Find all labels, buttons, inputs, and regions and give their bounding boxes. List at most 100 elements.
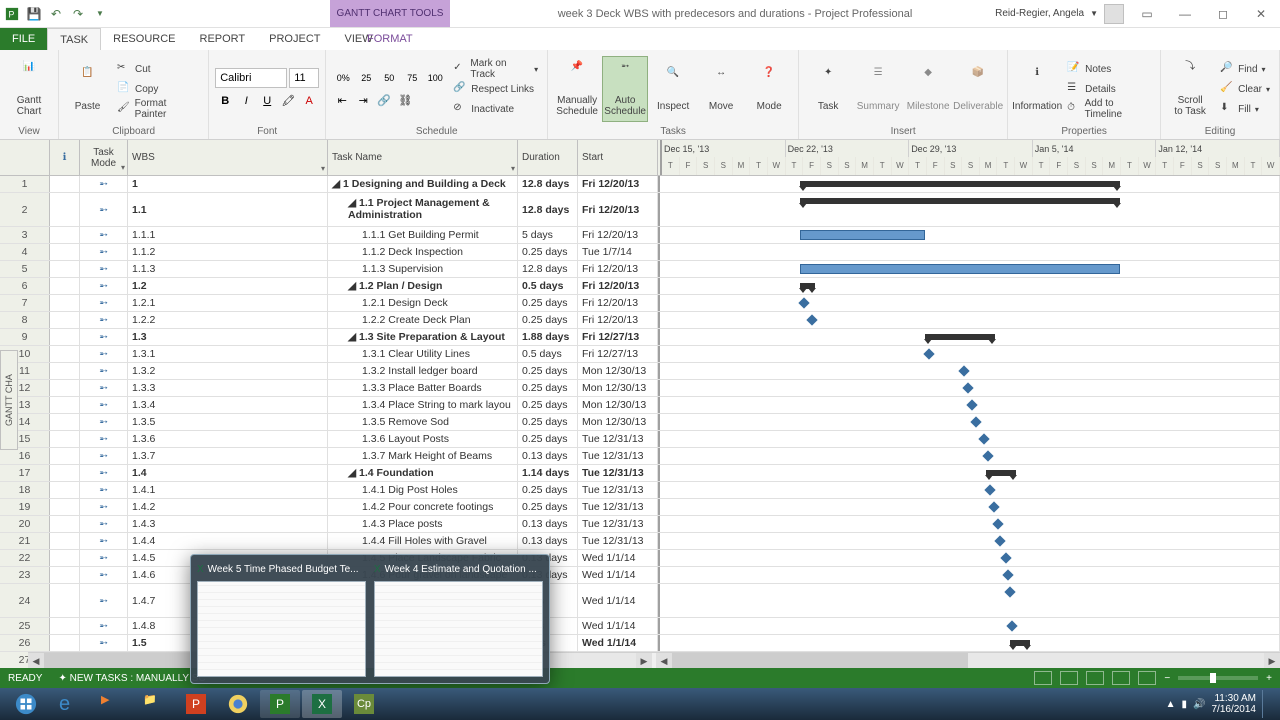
table-row[interactable]: 11➵1.3.21.3.2 Install ledger board0.25 d…: [0, 363, 1280, 380]
row-mode[interactable]: ➵: [80, 431, 128, 447]
captivate-icon[interactable]: Cp: [344, 690, 384, 718]
row-gantt[interactable]: [658, 567, 1280, 583]
table-row[interactable]: 15➵1.3.61.3.6 Layout Posts0.25 daysTue 1…: [0, 431, 1280, 448]
row-name[interactable]: 1.1.1 Get Building Permit: [328, 227, 518, 243]
row-num[interactable]: 23: [0, 567, 50, 583]
row-name[interactable]: 1.3.3 Place Batter Boards: [328, 380, 518, 396]
row-wbs[interactable]: 1.3.4: [128, 397, 328, 413]
row-info[interactable]: [50, 295, 80, 311]
find-button[interactable]: 🔎Find▾: [1217, 60, 1273, 78]
row-wbs[interactable]: 1.3: [128, 329, 328, 345]
row-gantt[interactable]: [658, 278, 1280, 294]
task-button[interactable]: ✦Task: [805, 56, 851, 122]
zoom-slider[interactable]: [1178, 676, 1258, 680]
link-button[interactable]: 🔗: [374, 90, 394, 110]
pct-0-button[interactable]: 0%: [332, 68, 354, 88]
row-info[interactable]: [50, 346, 80, 362]
row-duration[interactable]: 0.25 days: [518, 363, 578, 379]
gantt-milestone[interactable]: [1006, 620, 1017, 631]
row-start[interactable]: Fri 12/20/13: [578, 278, 658, 294]
row-duration[interactable]: 0.25 days: [518, 397, 578, 413]
row-num[interactable]: 7: [0, 295, 50, 311]
row-info[interactable]: [50, 533, 80, 549]
row-start[interactable]: Wed 1/1/14: [578, 635, 658, 651]
row-mode[interactable]: ➵: [80, 278, 128, 294]
row-gantt[interactable]: [658, 635, 1280, 651]
deliverable-button[interactable]: 📦Deliverable: [955, 56, 1001, 122]
row-start[interactable]: Fri 12/27/13: [578, 346, 658, 362]
row-info[interactable]: [50, 261, 80, 277]
save-icon[interactable]: 💾: [26, 6, 42, 22]
show-desktop-button[interactable]: [1262, 690, 1270, 718]
col-task-name[interactable]: Task Name▾: [328, 140, 518, 175]
row-gantt[interactable]: [658, 584, 1280, 617]
font-color-button[interactable]: A: [299, 91, 319, 111]
auto-schedule-button[interactable]: ➵Auto Schedule: [602, 56, 648, 122]
undo-icon[interactable]: ↶: [48, 6, 64, 22]
row-num[interactable]: 1: [0, 176, 50, 192]
gantt-summary-bar[interactable]: [986, 470, 1016, 476]
row-mode[interactable]: ➵: [80, 261, 128, 277]
row-num[interactable]: 8: [0, 312, 50, 328]
row-name[interactable]: ◢ 1.2 Plan / Design: [328, 278, 518, 294]
user-dropdown-icon[interactable]: ▼: [1090, 9, 1098, 18]
preview-window-2[interactable]: XWeek 4 Estimate and Quotation ...: [374, 561, 543, 677]
pct-25-button[interactable]: 25: [355, 68, 377, 88]
row-wbs[interactable]: 1.4.1: [128, 482, 328, 498]
zoom-out-icon[interactable]: −: [1164, 673, 1170, 684]
table-row[interactable]: 13➵1.3.41.3.4 Place String to mark layou…: [0, 397, 1280, 414]
row-duration[interactable]: 1.14 days: [518, 465, 578, 481]
row-duration[interactable]: 0.5 days: [518, 346, 578, 362]
gantt-milestone[interactable]: [982, 450, 993, 461]
row-num[interactable]: 5: [0, 261, 50, 277]
row-mode[interactable]: ➵: [80, 465, 128, 481]
row-gantt[interactable]: [658, 414, 1280, 430]
gantt-summary-bar[interactable]: [800, 198, 1120, 204]
row-num[interactable]: 19: [0, 499, 50, 515]
start-button[interactable]: [4, 690, 48, 718]
fill-button[interactable]: ⬇Fill▾: [1217, 100, 1273, 118]
row-name[interactable]: ◢ 1 Designing and Building a Deck: [328, 176, 518, 192]
col-wbs[interactable]: WBS▾: [128, 140, 328, 175]
row-wbs[interactable]: 1.2: [128, 278, 328, 294]
row-duration[interactable]: 0.25 days: [518, 431, 578, 447]
row-info[interactable]: [50, 516, 80, 532]
row-start[interactable]: Wed 1/1/14: [578, 567, 658, 583]
row-wbs[interactable]: 1.4.2: [128, 499, 328, 515]
row-mode[interactable]: ➵: [80, 329, 128, 345]
table-row[interactable]: 12➵1.3.31.3.3 Place Batter Boards0.25 da…: [0, 380, 1280, 397]
tray-volume-icon[interactable]: 🔊: [1193, 699, 1205, 710]
row-mode[interactable]: ➵: [80, 176, 128, 192]
row-name[interactable]: 1.3.5 Remove Sod: [328, 414, 518, 430]
row-wbs[interactable]: 1.3.2: [128, 363, 328, 379]
row-gantt[interactable]: [658, 312, 1280, 328]
hscroll-right-track[interactable]: [672, 653, 1264, 668]
table-row[interactable]: 10➵1.3.11.3.1 Clear Utility Lines0.5 day…: [0, 346, 1280, 363]
close-icon[interactable]: ✕: [1246, 4, 1276, 24]
row-mode[interactable]: ➵: [80, 227, 128, 243]
table-row[interactable]: 3➵1.1.11.1.1 Get Building Permit5 daysFr…: [0, 227, 1280, 244]
row-start[interactable]: Mon 12/30/13: [578, 414, 658, 430]
inspect-button[interactable]: 🔍Inspect: [650, 56, 696, 122]
gantt-milestone[interactable]: [970, 416, 981, 427]
preview-window-1[interactable]: XWeek 5 Time Phased Budget Te...: [197, 561, 366, 677]
summary-button[interactable]: ☰Summary: [855, 56, 901, 122]
tab-task[interactable]: TASK: [47, 28, 101, 50]
row-name[interactable]: 1.3.1 Clear Utility Lines: [328, 346, 518, 362]
gantt-chart-button[interactable]: 📊Gantt Chart: [6, 56, 52, 122]
row-gantt[interactable]: [658, 397, 1280, 413]
gantt-bar[interactable]: [800, 230, 925, 240]
row-num[interactable]: 3: [0, 227, 50, 243]
table-row[interactable]: 18➵1.4.11.4.1 Dig Post Holes0.25 daysTue…: [0, 482, 1280, 499]
qat-dropdown-icon[interactable]: ▼: [92, 6, 108, 22]
respect-links-button[interactable]: 🔗Respect Links: [450, 80, 541, 98]
row-gantt[interactable]: [658, 244, 1280, 260]
project-taskbar-icon[interactable]: P: [260, 690, 300, 718]
add-timeline-button[interactable]: ⏱Add to Timeline: [1064, 100, 1154, 118]
row-duration[interactable]: 0.25 days: [518, 482, 578, 498]
row-start[interactable]: Tue 12/31/13: [578, 533, 658, 549]
row-duration[interactable]: 0.25 days: [518, 312, 578, 328]
row-gantt[interactable]: [658, 363, 1280, 379]
row-num[interactable]: 6: [0, 278, 50, 294]
row-gantt[interactable]: [658, 329, 1280, 345]
